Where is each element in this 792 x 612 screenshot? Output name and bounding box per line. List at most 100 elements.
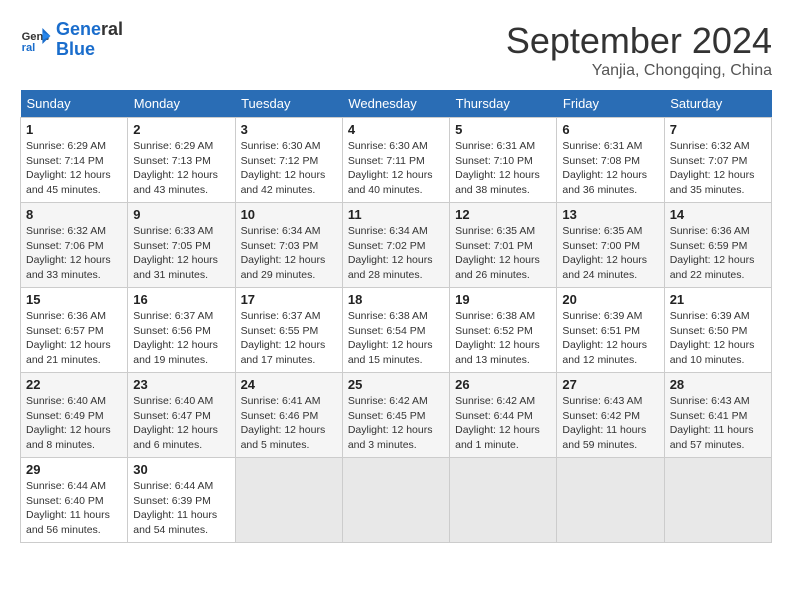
day-info: Sunrise: 6:31 AM Sunset: 7:08 PM Dayligh… — [562, 139, 658, 198]
table-row: 22 Sunrise: 6:40 AM Sunset: 6:49 PM Dayl… — [21, 373, 128, 458]
day-number: 30 — [133, 462, 229, 477]
table-row: 9 Sunrise: 6:33 AM Sunset: 7:05 PM Dayli… — [128, 203, 235, 288]
col-sunday: Sunday — [21, 90, 128, 118]
table-row: 3 Sunrise: 6:30 AM Sunset: 7:12 PM Dayli… — [235, 118, 342, 203]
day-number: 2 — [133, 122, 229, 137]
table-row: 26 Sunrise: 6:42 AM Sunset: 6:44 PM Dayl… — [450, 373, 557, 458]
table-row — [664, 458, 771, 543]
table-row: 10 Sunrise: 6:34 AM Sunset: 7:03 PM Dayl… — [235, 203, 342, 288]
day-number: 14 — [670, 207, 766, 222]
table-row: 8 Sunrise: 6:32 AM Sunset: 7:06 PM Dayli… — [21, 203, 128, 288]
day-info: Sunrise: 6:37 AM Sunset: 6:56 PM Dayligh… — [133, 309, 229, 368]
day-info: Sunrise: 6:41 AM Sunset: 6:46 PM Dayligh… — [241, 394, 337, 453]
table-row: 29 Sunrise: 6:44 AM Sunset: 6:40 PM Dayl… — [21, 458, 128, 543]
table-row: 5 Sunrise: 6:31 AM Sunset: 7:10 PM Dayli… — [450, 118, 557, 203]
day-number: 13 — [562, 207, 658, 222]
table-row: 30 Sunrise: 6:44 AM Sunset: 6:39 PM Dayl… — [128, 458, 235, 543]
day-info: Sunrise: 6:38 AM Sunset: 6:54 PM Dayligh… — [348, 309, 444, 368]
day-info: Sunrise: 6:37 AM Sunset: 6:55 PM Dayligh… — [241, 309, 337, 368]
table-row: 13 Sunrise: 6:35 AM Sunset: 7:00 PM Dayl… — [557, 203, 664, 288]
day-info: Sunrise: 6:35 AM Sunset: 7:01 PM Dayligh… — [455, 224, 551, 283]
table-row: 15 Sunrise: 6:36 AM Sunset: 6:57 PM Dayl… — [21, 288, 128, 373]
day-number: 5 — [455, 122, 551, 137]
day-info: Sunrise: 6:30 AM Sunset: 7:12 PM Dayligh… — [241, 139, 337, 198]
col-tuesday: Tuesday — [235, 90, 342, 118]
table-row: 2 Sunrise: 6:29 AM Sunset: 7:13 PM Dayli… — [128, 118, 235, 203]
day-number: 7 — [670, 122, 766, 137]
day-info: Sunrise: 6:34 AM Sunset: 7:02 PM Dayligh… — [348, 224, 444, 283]
table-row — [235, 458, 342, 543]
table-row: 7 Sunrise: 6:32 AM Sunset: 7:07 PM Dayli… — [664, 118, 771, 203]
table-row: 23 Sunrise: 6:40 AM Sunset: 6:47 PM Dayl… — [128, 373, 235, 458]
logo-icon: Gene ral — [20, 24, 52, 56]
table-row: 12 Sunrise: 6:35 AM Sunset: 7:01 PM Dayl… — [450, 203, 557, 288]
day-info: Sunrise: 6:29 AM Sunset: 7:13 PM Dayligh… — [133, 139, 229, 198]
table-row: 25 Sunrise: 6:42 AM Sunset: 6:45 PM Dayl… — [342, 373, 449, 458]
day-number: 3 — [241, 122, 337, 137]
table-row: 17 Sunrise: 6:37 AM Sunset: 6:55 PM Dayl… — [235, 288, 342, 373]
day-number: 8 — [26, 207, 122, 222]
day-info: Sunrise: 6:29 AM Sunset: 7:14 PM Dayligh… — [26, 139, 122, 198]
week-row: 15 Sunrise: 6:36 AM Sunset: 6:57 PM Dayl… — [21, 288, 772, 373]
week-row: 29 Sunrise: 6:44 AM Sunset: 6:40 PM Dayl… — [21, 458, 772, 543]
day-number: 23 — [133, 377, 229, 392]
day-info: Sunrise: 6:44 AM Sunset: 6:40 PM Dayligh… — [26, 479, 122, 538]
table-row: 14 Sunrise: 6:36 AM Sunset: 6:59 PM Dayl… — [664, 203, 771, 288]
week-row: 22 Sunrise: 6:40 AM Sunset: 6:49 PM Dayl… — [21, 373, 772, 458]
day-number: 17 — [241, 292, 337, 307]
day-info: Sunrise: 6:36 AM Sunset: 6:57 PM Dayligh… — [26, 309, 122, 368]
day-number: 20 — [562, 292, 658, 307]
day-number: 10 — [241, 207, 337, 222]
day-info: Sunrise: 6:31 AM Sunset: 7:10 PM Dayligh… — [455, 139, 551, 198]
day-number: 29 — [26, 462, 122, 477]
day-info: Sunrise: 6:43 AM Sunset: 6:41 PM Dayligh… — [670, 394, 766, 453]
day-number: 12 — [455, 207, 551, 222]
table-row — [450, 458, 557, 543]
day-number: 18 — [348, 292, 444, 307]
day-number: 22 — [26, 377, 122, 392]
day-number: 9 — [133, 207, 229, 222]
day-info: Sunrise: 6:39 AM Sunset: 6:50 PM Dayligh… — [670, 309, 766, 368]
day-number: 16 — [133, 292, 229, 307]
col-saturday: Saturday — [664, 90, 771, 118]
day-number: 21 — [670, 292, 766, 307]
day-info: Sunrise: 6:43 AM Sunset: 6:42 PM Dayligh… — [562, 394, 658, 453]
day-number: 28 — [670, 377, 766, 392]
table-row: 24 Sunrise: 6:41 AM Sunset: 6:46 PM Dayl… — [235, 373, 342, 458]
day-info: Sunrise: 6:42 AM Sunset: 6:44 PM Dayligh… — [455, 394, 551, 453]
week-row: 1 Sunrise: 6:29 AM Sunset: 7:14 PM Dayli… — [21, 118, 772, 203]
table-row: 4 Sunrise: 6:30 AM Sunset: 7:11 PM Dayli… — [342, 118, 449, 203]
title-block: September 2024 Yanjia, Chongqing, China — [506, 20, 772, 80]
table-row: 6 Sunrise: 6:31 AM Sunset: 7:08 PM Dayli… — [557, 118, 664, 203]
day-number: 25 — [348, 377, 444, 392]
day-info: Sunrise: 6:36 AM Sunset: 6:59 PM Dayligh… — [670, 224, 766, 283]
day-info: Sunrise: 6:35 AM Sunset: 7:00 PM Dayligh… — [562, 224, 658, 283]
header: Gene ral GeneralBlue September 2024 Yanj… — [20, 20, 772, 80]
day-info: Sunrise: 6:38 AM Sunset: 6:52 PM Dayligh… — [455, 309, 551, 368]
day-number: 1 — [26, 122, 122, 137]
day-number: 26 — [455, 377, 551, 392]
table-row — [342, 458, 449, 543]
svg-text:ral: ral — [22, 42, 36, 54]
col-wednesday: Wednesday — [342, 90, 449, 118]
location-subtitle: Yanjia, Chongqing, China — [506, 62, 772, 80]
week-row: 8 Sunrise: 6:32 AM Sunset: 7:06 PM Dayli… — [21, 203, 772, 288]
day-info: Sunrise: 6:44 AM Sunset: 6:39 PM Dayligh… — [133, 479, 229, 538]
header-row: Sunday Monday Tuesday Wednesday Thursday… — [21, 90, 772, 118]
logo: Gene ral GeneralBlue — [20, 20, 123, 60]
day-info: Sunrise: 6:30 AM Sunset: 7:11 PM Dayligh… — [348, 139, 444, 198]
calendar-table: Sunday Monday Tuesday Wednesday Thursday… — [20, 90, 772, 543]
table-row: 20 Sunrise: 6:39 AM Sunset: 6:51 PM Dayl… — [557, 288, 664, 373]
day-info: Sunrise: 6:34 AM Sunset: 7:03 PM Dayligh… — [241, 224, 337, 283]
table-row: 1 Sunrise: 6:29 AM Sunset: 7:14 PM Dayli… — [21, 118, 128, 203]
day-info: Sunrise: 6:33 AM Sunset: 7:05 PM Dayligh… — [133, 224, 229, 283]
day-number: 27 — [562, 377, 658, 392]
day-info: Sunrise: 6:32 AM Sunset: 7:06 PM Dayligh… — [26, 224, 122, 283]
logo-text: GeneralBlue — [56, 20, 123, 60]
day-number: 11 — [348, 207, 444, 222]
col-monday: Monday — [128, 90, 235, 118]
table-row — [557, 458, 664, 543]
month-title: September 2024 — [506, 20, 772, 62]
table-row: 18 Sunrise: 6:38 AM Sunset: 6:54 PM Dayl… — [342, 288, 449, 373]
table-row: 19 Sunrise: 6:38 AM Sunset: 6:52 PM Dayl… — [450, 288, 557, 373]
